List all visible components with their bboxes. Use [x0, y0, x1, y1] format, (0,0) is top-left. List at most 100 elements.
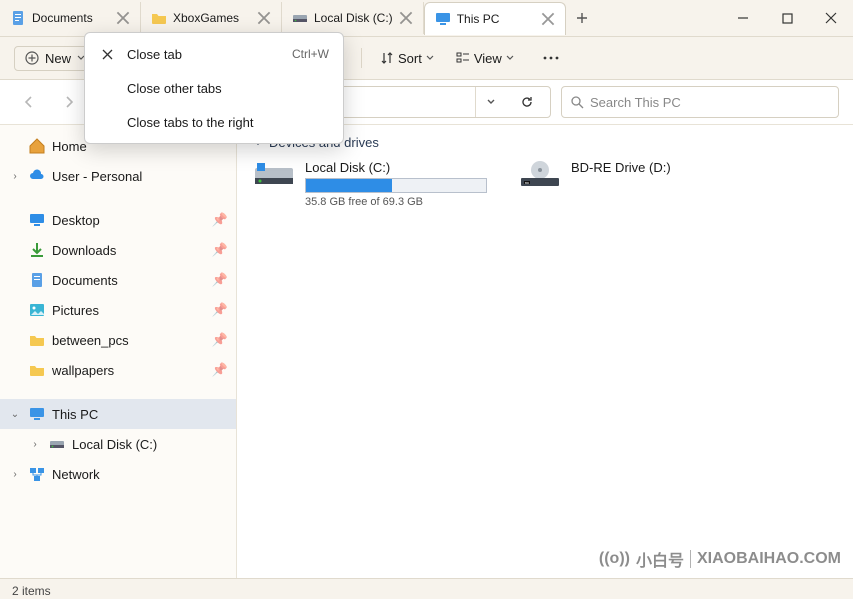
- sidebar-label: wallpapers: [52, 363, 206, 378]
- tab-thispc[interactable]: This PC: [424, 2, 566, 35]
- sidebar-network[interactable]: › Network: [0, 459, 236, 489]
- search-placeholder: Search This PC: [590, 95, 681, 110]
- content-pane: Devices and drives Local Disk (C:) 35.8 …: [237, 125, 853, 578]
- sidebar: Home › User - Personal Desktop📌 Download…: [0, 125, 237, 578]
- drive-info: Local Disk (C:) 35.8 GB free of 69.3 GB: [305, 160, 495, 208]
- sidebar-label: Local Disk (C:): [72, 437, 228, 452]
- drive-name: Local Disk (C:): [305, 160, 495, 175]
- sidebar-label: Desktop: [52, 213, 206, 228]
- tab-label: XboxGames: [173, 11, 251, 25]
- view-dropdown[interactable]: View: [448, 47, 522, 70]
- tab-label: Documents: [32, 11, 110, 25]
- pin-icon: 📌: [212, 362, 228, 378]
- view-label: View: [474, 51, 502, 66]
- sort-dropdown[interactable]: Sort: [372, 47, 442, 70]
- minimize-button[interactable]: [721, 2, 765, 34]
- chevron-right-icon: ›: [8, 469, 22, 480]
- sidebar-label: Downloads: [52, 243, 206, 258]
- search-icon: [570, 95, 584, 109]
- sidebar-this-pc[interactable]: ⌄ This PC: [0, 399, 236, 429]
- cloud-icon: [28, 167, 46, 185]
- tab-label: Local Disk (C:): [314, 11, 393, 25]
- home-icon: [28, 137, 46, 155]
- drive-local-c[interactable]: Local Disk (C:) 35.8 GB free of 69.3 GB: [253, 160, 495, 208]
- pin-icon: 📌: [212, 272, 228, 288]
- chevron-down-icon: [426, 54, 434, 62]
- sidebar-between-pcs[interactable]: between_pcs 📌: [0, 325, 236, 355]
- recent-dropdown[interactable]: [475, 87, 506, 117]
- pin-icon: 📌: [212, 242, 228, 258]
- close-icon: [99, 49, 115, 60]
- more-button[interactable]: [534, 43, 568, 73]
- sidebar-label: Network: [52, 467, 228, 482]
- refresh-button[interactable]: [512, 87, 542, 117]
- sidebar-desktop[interactable]: Desktop 📌: [0, 205, 236, 235]
- status-text: 2 items: [12, 584, 51, 598]
- ctx-close-other[interactable]: Close other tabs: [85, 71, 343, 105]
- pictures-icon: [28, 301, 46, 319]
- capacity-bar: [305, 178, 487, 193]
- drive-info: BD-RE Drive (D:): [571, 160, 761, 208]
- tab-localdisk[interactable]: Local Disk (C:): [282, 2, 424, 34]
- downloads-icon: [28, 241, 46, 259]
- sidebar-pictures[interactable]: Pictures📌: [0, 295, 236, 325]
- disk-icon: [48, 435, 66, 453]
- sort-icon: [380, 51, 394, 65]
- close-icon[interactable]: [116, 11, 130, 25]
- ctx-close-right[interactable]: Close tabs to the right: [85, 105, 343, 139]
- sidebar-local-disk[interactable]: › Local Disk (C:): [0, 429, 236, 459]
- tab-xboxgames[interactable]: XboxGames: [141, 2, 282, 34]
- body: Home › User - Personal Desktop📌 Download…: [0, 125, 853, 578]
- pc-icon: [435, 11, 451, 27]
- tab-context-menu: Close tab Ctrl+W Close other tabs Close …: [84, 32, 344, 144]
- pin-icon: 📌: [212, 302, 228, 318]
- folder-icon: [28, 331, 46, 349]
- close-icon[interactable]: [541, 12, 555, 26]
- ctx-label: Close tab: [127, 47, 280, 62]
- tab-label: This PC: [457, 12, 535, 26]
- chevron-down-icon: ⌄: [8, 409, 22, 420]
- chevron-right-icon: ›: [8, 171, 22, 182]
- doc-icon: [28, 271, 46, 289]
- close-icon[interactable]: [257, 11, 271, 25]
- back-button[interactable]: [14, 87, 44, 117]
- new-label: New: [45, 51, 71, 66]
- chevron-down-icon: [506, 54, 514, 62]
- close-icon[interactable]: [399, 11, 413, 25]
- sidebar-label: between_pcs: [52, 333, 206, 348]
- pin-icon: 📌: [212, 332, 228, 348]
- pc-icon: [28, 405, 46, 423]
- ctx-label: Close other tabs: [127, 81, 329, 96]
- ctx-shortcut: Ctrl+W: [292, 47, 329, 61]
- doc-icon: [10, 10, 26, 26]
- forward-button[interactable]: [54, 87, 84, 117]
- close-window-button[interactable]: [809, 2, 853, 34]
- ctx-label: Close tabs to the right: [127, 115, 329, 130]
- disk-icon: [253, 160, 295, 190]
- pin-icon: 📌: [212, 212, 228, 228]
- window-controls: [721, 2, 853, 34]
- drive-free-text: 35.8 GB free of 69.3 GB: [305, 196, 495, 208]
- sidebar-downloads[interactable]: Downloads 📌: [0, 235, 236, 265]
- desktop-icon: [28, 211, 46, 229]
- ctx-close-tab[interactable]: Close tab Ctrl+W: [85, 37, 343, 71]
- sidebar-user[interactable]: › User - Personal: [0, 161, 236, 191]
- view-icon: [456, 51, 470, 65]
- drive-bdre-d[interactable]: BD BD-RE Drive (D:): [519, 160, 761, 208]
- sidebar-wallpapers[interactable]: wallpapers 📌: [0, 355, 236, 385]
- tab-documents[interactable]: Documents: [0, 2, 141, 34]
- sidebar-documents[interactable]: Documents📌: [0, 265, 236, 295]
- sort-label: Sort: [398, 51, 422, 66]
- sidebar-label: User - Personal: [52, 169, 228, 184]
- new-tab-button[interactable]: [566, 2, 598, 34]
- drive-name: BD-RE Drive (D:): [571, 160, 761, 175]
- drives-list: Local Disk (C:) 35.8 GB free of 69.3 GB …: [253, 160, 837, 208]
- status-bar: 2 items: [0, 578, 853, 599]
- chevron-right-icon: ›: [28, 439, 42, 450]
- optical-drive-icon: BD: [519, 160, 561, 190]
- maximize-button[interactable]: [765, 2, 809, 34]
- search-box[interactable]: Search This PC: [561, 86, 839, 118]
- folder-icon: [151, 10, 167, 26]
- folder-icon: [28, 361, 46, 379]
- sidebar-label: This PC: [52, 407, 228, 422]
